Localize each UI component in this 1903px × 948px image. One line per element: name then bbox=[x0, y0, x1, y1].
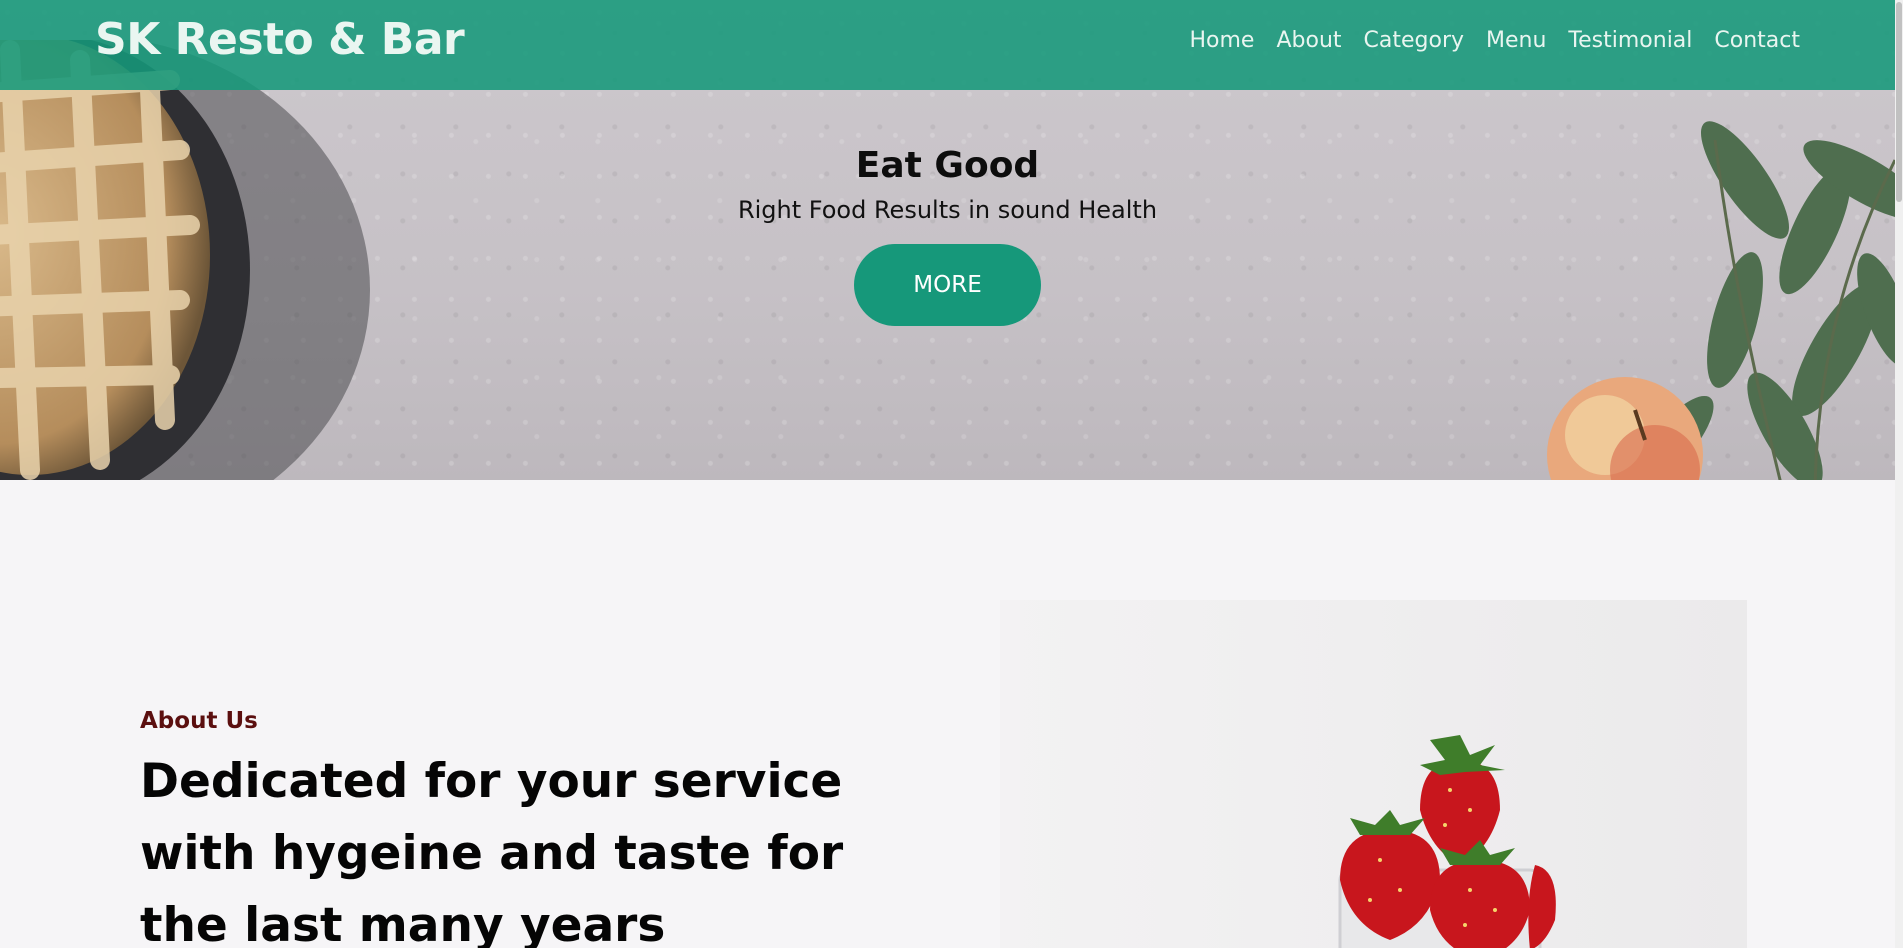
nav-link-menu[interactable]: Menu bbox=[1486, 28, 1546, 53]
about-heading: Dedicated for your service with hygeine … bbox=[140, 754, 844, 948]
page: Eat Good Right Food Results in sound Hea… bbox=[0, 0, 1903, 948]
nav-link-about[interactable]: About bbox=[1276, 28, 1341, 53]
brand-logo[interactable]: SK Resto & Bar bbox=[95, 14, 465, 65]
nav-link-home[interactable]: Home bbox=[1190, 28, 1255, 53]
page-scrollbar[interactable] bbox=[1895, 0, 1903, 948]
nav-link-testimonial[interactable]: Testimonial bbox=[1568, 28, 1692, 53]
about-eyebrow: About Us bbox=[140, 708, 258, 734]
scrollbar-thumb[interactable] bbox=[1896, 2, 1902, 202]
nav-links: Home About Category Menu Testimonial Con… bbox=[1190, 28, 1801, 53]
hero-subtitle: Right Food Results in sound Health bbox=[737, 196, 1158, 224]
navbar: SK Resto & Bar Home About Category Menu … bbox=[0, 0, 1895, 90]
hero-title: Eat Good bbox=[855, 145, 1040, 186]
strawberries-illustration bbox=[1338, 735, 1556, 948]
more-button[interactable]: MORE bbox=[854, 244, 1041, 326]
about-section: About Us Dedicated for your service with… bbox=[0, 480, 1903, 948]
strawberries-image bbox=[1000, 600, 1747, 948]
nav-link-contact[interactable]: Contact bbox=[1714, 28, 1800, 53]
nav-link-category[interactable]: Category bbox=[1364, 28, 1465, 53]
hero-content: Eat Good Right Food Results in sound Hea… bbox=[0, 145, 1895, 326]
